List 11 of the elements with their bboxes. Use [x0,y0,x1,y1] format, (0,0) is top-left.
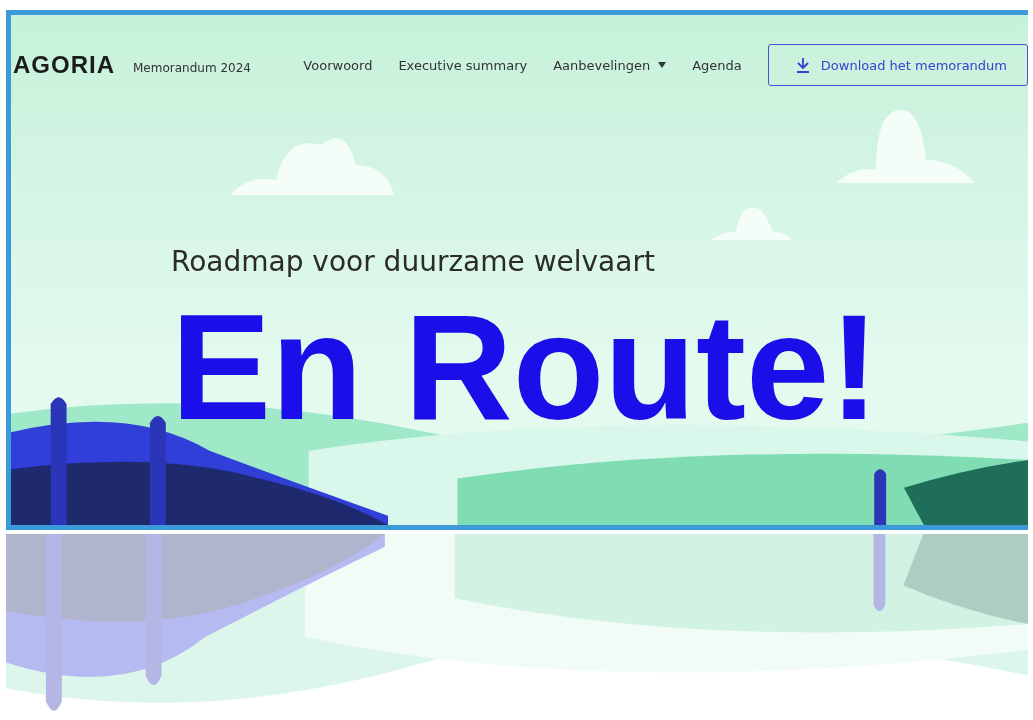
nav-link[interactable]: Voorwoord [303,57,373,73]
download-button[interactable]: Download het memorandum [767,44,1028,86]
nav-link[interactable]: Executive summary [398,57,528,73]
nav-link[interactable]: Agenda [692,57,742,73]
nav-link[interactable]: Aanbevelingen [553,57,667,73]
caret-icon [658,62,667,68]
download-icon [794,57,811,73]
logo[interactable]: AGORIA [13,51,115,79]
headline: En Route! [171,292,881,442]
subtitle: Roadmap voor duurzame welvaart [171,245,656,278]
tagline: Memorandum 2024 [133,61,251,75]
